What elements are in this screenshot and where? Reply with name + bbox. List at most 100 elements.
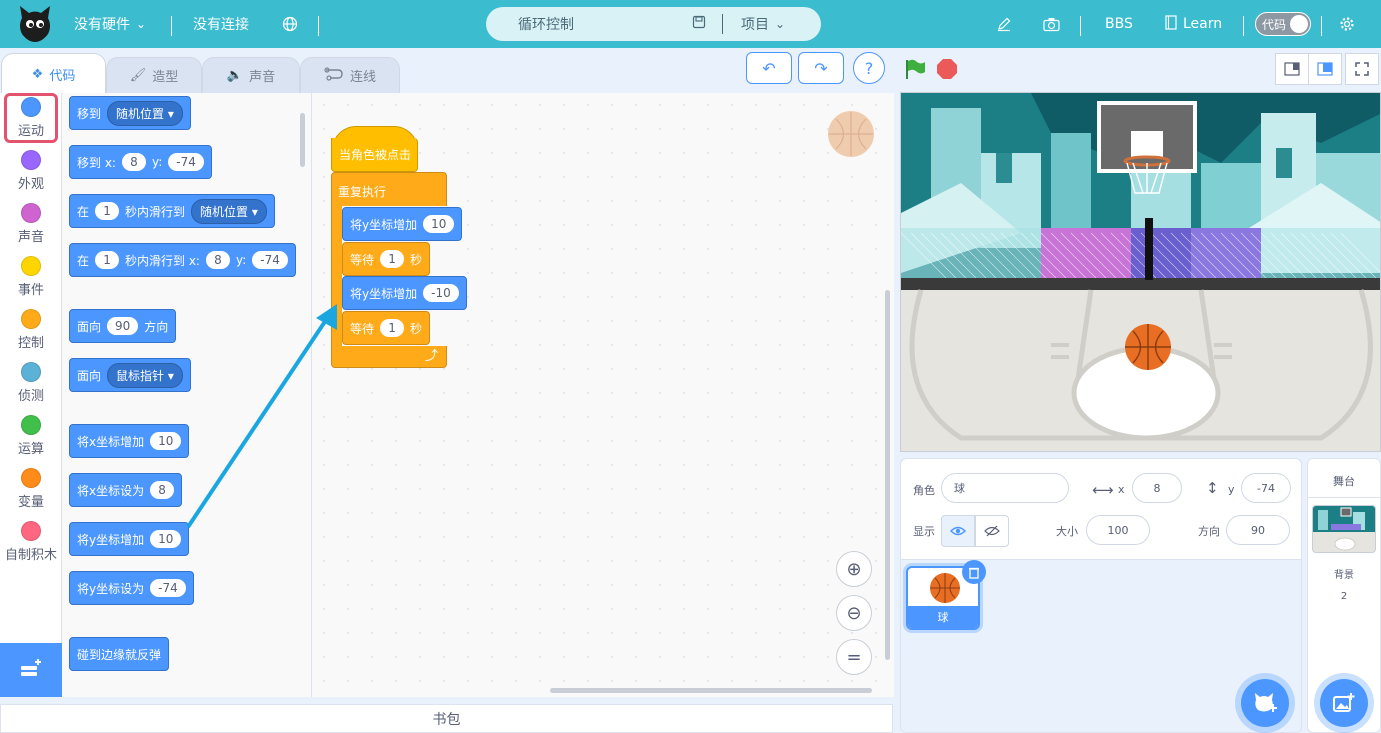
code-mode-toggle[interactable]: 代码: [1255, 12, 1311, 36]
camera-icon[interactable]: [1043, 0, 1060, 48]
small-stage-button[interactable]: [1275, 53, 1309, 85]
undo-button[interactable]: ↶: [746, 52, 792, 84]
goto-dropdown[interactable]: 随机位置: [107, 100, 183, 126]
dy-input[interactable]: 10: [150, 530, 182, 548]
stage-canvas[interactable]: [900, 92, 1381, 452]
x-input[interactable]: 8: [121, 153, 146, 171]
green-flag-icon[interactable]: [904, 58, 926, 83]
y-input[interactable]: -74: [252, 251, 288, 269]
size-input[interactable]: 100: [1086, 515, 1150, 545]
learn-link[interactable]: Learn: [1165, 0, 1222, 48]
choose-sprite-button[interactable]: [1241, 679, 1289, 727]
zoom-out-button[interactable]: ⊖: [836, 595, 872, 631]
tab-wiring-label: 连线: [349, 70, 376, 85]
large-stage-button[interactable]: [1308, 53, 1342, 85]
redo-button[interactable]: ↷: [798, 52, 844, 84]
category-operators[interactable]: 运算: [4, 411, 58, 461]
block-change-y[interactable]: 将y坐标增加 10: [342, 207, 463, 241]
zoom-reset-button[interactable]: =: [836, 639, 872, 675]
globe-icon[interactable]: [282, 0, 298, 48]
help-button[interactable]: ?: [853, 52, 885, 84]
category-motion[interactable]: 运动: [4, 93, 58, 143]
block-goto[interactable]: 移到 随机位置: [69, 96, 191, 130]
delete-sprite-button[interactable]: [962, 560, 986, 584]
dy-input[interactable]: 10: [423, 215, 455, 233]
choose-backdrop-button[interactable]: [1320, 679, 1368, 727]
y-input[interactable]: -74: [1241, 473, 1291, 503]
sprite-name-input[interactable]: 球: [941, 473, 1069, 503]
horizontal-arrows-icon: ⟷: [1092, 481, 1114, 499]
zoom-in-button[interactable]: ⊕: [836, 551, 872, 587]
workspace-hscrollbar[interactable]: [550, 688, 872, 693]
secs-input[interactable]: 1: [95, 202, 120, 220]
dy-input[interactable]: -10: [423, 284, 459, 302]
connection-menu[interactable]: 没有连接: [193, 0, 249, 48]
small-stage-icon: [1284, 62, 1300, 76]
direction-input[interactable]: 90: [107, 317, 139, 335]
category-my-blocks[interactable]: 自制积木: [2, 517, 60, 567]
x-input[interactable]: 8: [205, 251, 230, 269]
show-label: 显示: [913, 525, 935, 538]
category-sensing[interactable]: 侦测: [4, 358, 58, 408]
block-glide-to[interactable]: 在 1 秒内滑行到 随机位置: [69, 194, 275, 228]
tab-wiring[interactable]: 连线: [300, 57, 400, 93]
hide-button[interactable]: [975, 515, 1009, 547]
towards-dropdown[interactable]: 鼠标指针: [107, 362, 183, 388]
project-title[interactable]: 循环控制: [518, 14, 688, 34]
glide-target-dropdown[interactable]: 随机位置: [191, 198, 267, 224]
secs-input[interactable]: 1: [380, 319, 405, 337]
secs-input[interactable]: 1: [95, 251, 120, 269]
logo[interactable]: [16, 4, 54, 44]
edit-icon[interactable]: [996, 0, 1012, 48]
category-control[interactable]: 控制: [4, 305, 58, 355]
gear-icon[interactable]: [1339, 0, 1355, 48]
tab-sounds[interactable]: 🔈 声音: [202, 57, 300, 93]
x-input[interactable]: 8: [150, 481, 175, 499]
block-change-y[interactable]: 将y坐标增加 -10: [342, 276, 467, 310]
project-menu[interactable]: 项目: [741, 14, 769, 34]
hardware-menu[interactable]: 没有硬件 ⌄: [74, 0, 146, 48]
backpack-label: 书包: [432, 711, 461, 728]
category-dot: [21, 468, 41, 488]
block-change-y[interactable]: 将y坐标增加 10: [69, 522, 190, 556]
category-events[interactable]: 事件: [4, 252, 58, 302]
add-extension-button[interactable]: [0, 643, 62, 697]
dx-input[interactable]: 10: [150, 432, 182, 450]
block-point-direction[interactable]: 面向 90 方向: [69, 309, 177, 343]
secs-input[interactable]: 1: [380, 250, 405, 268]
brush-icon: 🖌: [129, 68, 147, 83]
block-change-x[interactable]: 将x坐标增加 10: [69, 424, 190, 458]
y-input[interactable]: -74: [150, 579, 186, 597]
palette-scrollbar[interactable]: [300, 113, 305, 167]
block-bounce[interactable]: 碰到边缘就反弹: [69, 637, 170, 671]
backpack-bar[interactable]: 书包: [0, 704, 893, 733]
category-variables[interactable]: 变量: [4, 464, 58, 514]
tab-costumes[interactable]: 🖌 造型: [106, 57, 202, 93]
block-point-towards[interactable]: 面向 鼠标指针: [69, 358, 191, 392]
save-icon[interactable]: [692, 15, 706, 33]
category-looks[interactable]: 外观: [4, 146, 58, 196]
block-set-y[interactable]: 将y坐标设为 -74: [69, 571, 194, 605]
drag-arrow-annotation: [186, 304, 337, 529]
bbs-link[interactable]: BBS: [1105, 0, 1133, 48]
block-wait[interactable]: 等待 1 秒: [342, 311, 431, 345]
x-input[interactable]: 8: [1132, 473, 1182, 503]
block-goto-xy[interactable]: 移到 x: 8 y: -74: [69, 145, 212, 179]
hardware-label: 没有硬件: [74, 17, 130, 33]
block-when-sprite-clicked[interactable]: 当角色被点击: [331, 138, 418, 172]
direction-input[interactable]: 90: [1226, 515, 1290, 545]
block-set-x[interactable]: 将x坐标设为 8: [69, 473, 183, 507]
block-glide-xy[interactable]: 在 1 秒内滑行到 x: 8 y: -74: [69, 243, 296, 277]
divider: [318, 16, 319, 36]
loop-arrow-icon: ⤴: [424, 349, 438, 364]
y-input[interactable]: -74: [168, 153, 204, 171]
fullscreen-button[interactable]: [1345, 53, 1379, 85]
backdrop-thumbnail[interactable]: [1312, 505, 1376, 553]
workspace-vscrollbar[interactable]: [885, 290, 890, 660]
stage-target-pane[interactable]: 舞台 背景 2: [1307, 458, 1381, 733]
show-visible-button[interactable]: [941, 515, 975, 547]
stop-icon[interactable]: [936, 58, 958, 83]
block-wait[interactable]: 等待 1 秒: [342, 242, 431, 276]
tab-code[interactable]: ❖ 代码: [1, 53, 106, 94]
category-sound[interactable]: 声音: [4, 199, 58, 249]
